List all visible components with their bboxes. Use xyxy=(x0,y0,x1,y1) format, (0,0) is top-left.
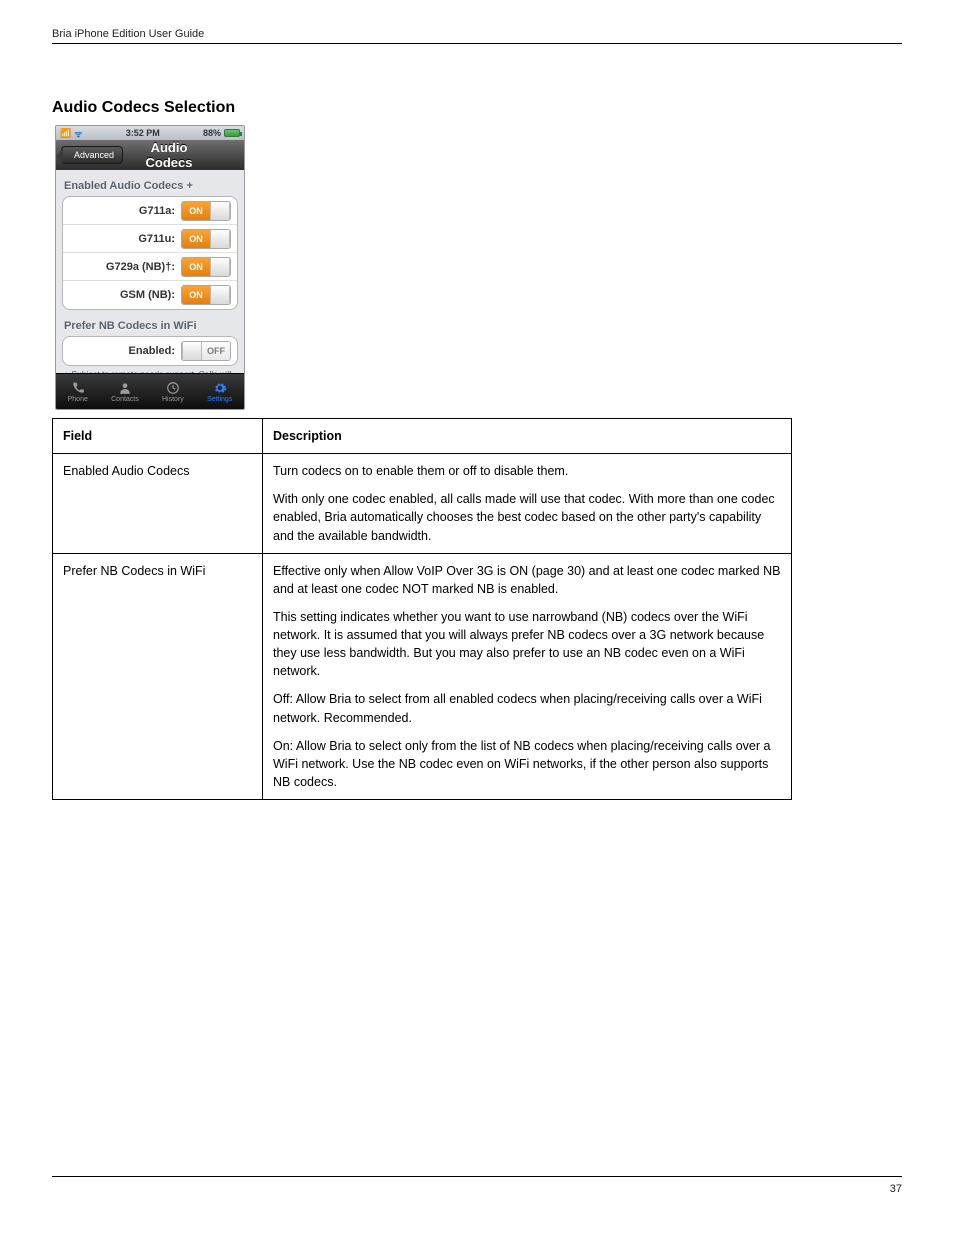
page-footer: 37 xyxy=(52,1176,902,1195)
nav-bar: Advanced Audio Codecs xyxy=(56,140,244,170)
codec-list: G711a: ONOFF G711u: ONOFF G729a (NB)†: O… xyxy=(62,196,238,310)
desc-para: Effective only when Allow VoIP Over 3G i… xyxy=(273,562,781,598)
tab-label: Settings xyxy=(207,396,232,403)
page-header: Bria iPhone Edition User Guide xyxy=(52,22,902,44)
back-button[interactable]: Advanced xyxy=(61,146,123,164)
cell-field: Prefer NB Codecs in WiFi xyxy=(53,553,263,799)
toggle-gsm[interactable]: ONOFF xyxy=(181,285,231,305)
codec-label: G729a (NB)†: xyxy=(106,261,175,273)
codec-row: G711a: ONOFF xyxy=(63,197,237,225)
status-time: 3:52 PM xyxy=(126,128,160,138)
codec-label: GSM (NB): xyxy=(120,289,175,301)
tab-label: History xyxy=(162,396,184,403)
cell-description: Turn codecs on to enable them or off to … xyxy=(263,454,792,554)
codec-row: G729a (NB)†: ONOFF xyxy=(63,253,237,281)
tab-settings[interactable]: Settings xyxy=(207,381,232,403)
table-row: Enabled Audio Codecs Turn codecs on to e… xyxy=(53,454,792,554)
status-bar: 📶 ᯤ 3:52 PM 88% xyxy=(56,126,244,140)
desc-para: Off: Allow Bria to select from all enabl… xyxy=(273,690,781,726)
table-header-description: Description xyxy=(263,419,792,454)
phone-icon xyxy=(69,381,87,395)
toggle-on-label: ON xyxy=(182,286,210,304)
codec-row: G711u: ONOFF xyxy=(63,225,237,253)
tab-bar: Phone Contacts History Settings xyxy=(56,373,244,409)
desc-para: Turn codecs on to enable them or off to … xyxy=(273,462,781,480)
cell-field: Enabled Audio Codecs xyxy=(53,454,263,554)
tab-phone[interactable]: Phone xyxy=(68,381,88,403)
table-row: Prefer NB Codecs in WiFi Effective only … xyxy=(53,553,792,799)
nav-title: Audio Codecs xyxy=(129,140,209,170)
section-title: Audio Codecs Selection xyxy=(52,99,902,117)
toggle-on-label: ON xyxy=(182,258,210,276)
enabled-label: Enabled: xyxy=(129,345,175,357)
toggle-on-label: ON xyxy=(182,230,210,248)
toggle-prefer-nb[interactable]: ONOFF xyxy=(181,341,231,361)
toggle-g711u[interactable]: ONOFF xyxy=(181,229,231,249)
settings-icon xyxy=(211,381,229,395)
codec-label: G711u: xyxy=(138,233,175,245)
prefer-nb-group: Enabled: ONOFF xyxy=(62,336,238,366)
tab-history[interactable]: History xyxy=(162,381,184,403)
history-icon xyxy=(164,381,182,395)
battery-icon xyxy=(224,129,240,137)
settings-body: Enabled Audio Codecs + G711a: ONOFF G711… xyxy=(56,170,244,373)
signal-icon: 📶 xyxy=(60,128,71,139)
desc-para: With only one codec enabled, all calls m… xyxy=(273,490,781,544)
toggle-g729a[interactable]: ONOFF xyxy=(181,257,231,277)
toggle-on-label: ON xyxy=(182,202,210,220)
tab-label: Contacts xyxy=(111,396,139,403)
desc-para: This setting indicates whether you want … xyxy=(273,608,781,681)
header-left: Bria iPhone Edition User Guide xyxy=(52,28,204,40)
cell-description: Effective only when Allow VoIP Over 3G i… xyxy=(263,553,792,799)
phone-screenshot: 📶 ᯤ 3:52 PM 88% Advanced Audio Codecs En… xyxy=(55,125,245,410)
codec-row: GSM (NB): ONOFF xyxy=(63,281,237,309)
desc-para: On: Allow Bria to select only from the l… xyxy=(273,737,781,791)
battery-percent: 88% xyxy=(203,128,221,138)
toggle-g711a[interactable]: ONOFF xyxy=(181,201,231,221)
contacts-icon xyxy=(116,381,134,395)
footnote: + Subject to remote peer's support. Call… xyxy=(56,366,244,373)
field-description-table: Field Description Enabled Audio Codecs T… xyxy=(52,418,792,800)
tab-label: Phone xyxy=(68,396,88,403)
table-header-field: Field xyxy=(53,419,263,454)
group-label-prefer-nb: Prefer NB Codecs in WiFi xyxy=(56,310,244,336)
prefer-nb-row: Enabled: ONOFF xyxy=(63,337,237,365)
tab-contacts[interactable]: Contacts xyxy=(111,381,139,403)
group-label-enabled-codecs: Enabled Audio Codecs + xyxy=(56,170,244,196)
toggle-off-label: OFF xyxy=(202,342,230,360)
wifi-icon: ᯤ xyxy=(74,127,82,140)
codec-label: G711a: xyxy=(139,205,175,217)
back-button-label: Advanced xyxy=(74,150,114,160)
footer-page-number: 37 xyxy=(890,1183,902,1195)
